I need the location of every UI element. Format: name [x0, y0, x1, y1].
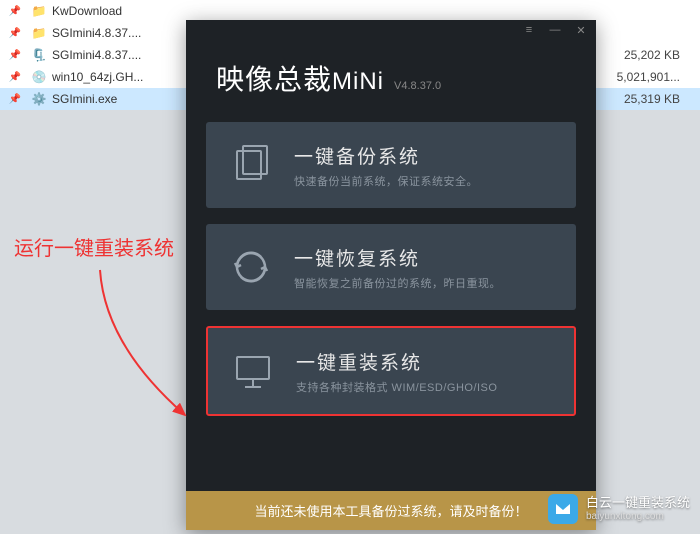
pin-icon: 📌 — [0, 72, 30, 83]
feature-title: 一键恢复系统 — [294, 244, 556, 271]
zip-icon: 🗜️ — [30, 47, 48, 63]
feature-text: 一键重装系统 支持各种封装格式 WIM/ESD/GHO/ISO — [296, 348, 554, 395]
pin-icon: 📌 — [0, 28, 30, 39]
app-header: 映像总裁MiNi V4.8.37.0 — [186, 40, 596, 122]
monitor-icon — [228, 346, 278, 396]
watermark-logo-icon — [548, 494, 578, 524]
close-button[interactable]: ✕ — [574, 24, 588, 37]
watermark-url: baiyunxitong.com — [586, 511, 690, 523]
feature-text: 一键恢复系统 智能恢复之前备份过的系统，昨日重现。 — [294, 244, 556, 291]
annotation-label: 运行一键重装系统 — [14, 232, 174, 261]
app-title: 映像总裁MiNi — [216, 58, 384, 98]
pin-icon: 📌 — [0, 94, 30, 105]
file-row[interactable]: 📌 📁 KwDownload — [0, 0, 700, 22]
feature-desc: 快速备份当前系统，保证系统安全。 — [294, 173, 556, 189]
folder-icon: 📁 — [30, 25, 48, 41]
folder-icon: 📁 — [30, 3, 48, 19]
restore-system-card[interactable]: 一键恢复系统 智能恢复之前备份过的系统，昨日重现。 — [206, 224, 576, 310]
menu-icon[interactable]: ≡ — [522, 24, 536, 36]
app-window: ≡ — ✕ 映像总裁MiNi V4.8.37.0 一键备份系统 快速备份当前系统… — [186, 20, 596, 530]
feature-desc: 智能恢复之前备份过的系统，昨日重现。 — [294, 275, 556, 291]
watermark-title: 白云一键重装系统 — [586, 495, 690, 511]
refresh-icon — [226, 242, 276, 292]
titlebar: ≡ — ✕ — [186, 20, 596, 40]
feature-text: 一键备份系统 快速备份当前系统，保证系统安全。 — [294, 142, 556, 189]
pin-icon: 📌 — [0, 50, 30, 61]
watermark: 白云一键重装系统 baiyunxitong.com — [548, 494, 690, 524]
app-title-suffix: MiNi — [332, 68, 384, 95]
app-version: V4.8.37.0 — [394, 80, 441, 92]
exe-icon: ⚙️ — [30, 91, 48, 107]
feature-title: 一键重装系统 — [296, 348, 554, 375]
feature-desc: 支持各种封装格式 WIM/ESD/GHO/ISO — [296, 379, 554, 395]
watermark-text: 白云一键重装系统 baiyunxitong.com — [586, 495, 690, 523]
app-title-main: 映像总裁 — [216, 64, 332, 95]
feature-title: 一键备份系统 — [294, 142, 556, 169]
pin-icon: 📌 — [0, 6, 30, 17]
minimize-button[interactable]: — — [548, 24, 562, 36]
backup-system-card[interactable]: 一键备份系统 快速备份当前系统，保证系统安全。 — [206, 122, 576, 208]
file-name: KwDownload — [52, 4, 232, 18]
reinstall-system-card[interactable]: 一键重装系统 支持各种封装格式 WIM/ESD/GHO/ISO — [206, 326, 576, 416]
gho-icon: 💿 — [30, 69, 48, 85]
copy-icon — [226, 140, 276, 190]
status-bar: 当前还未使用本工具备份过系统，请及时备份！ — [186, 491, 596, 530]
